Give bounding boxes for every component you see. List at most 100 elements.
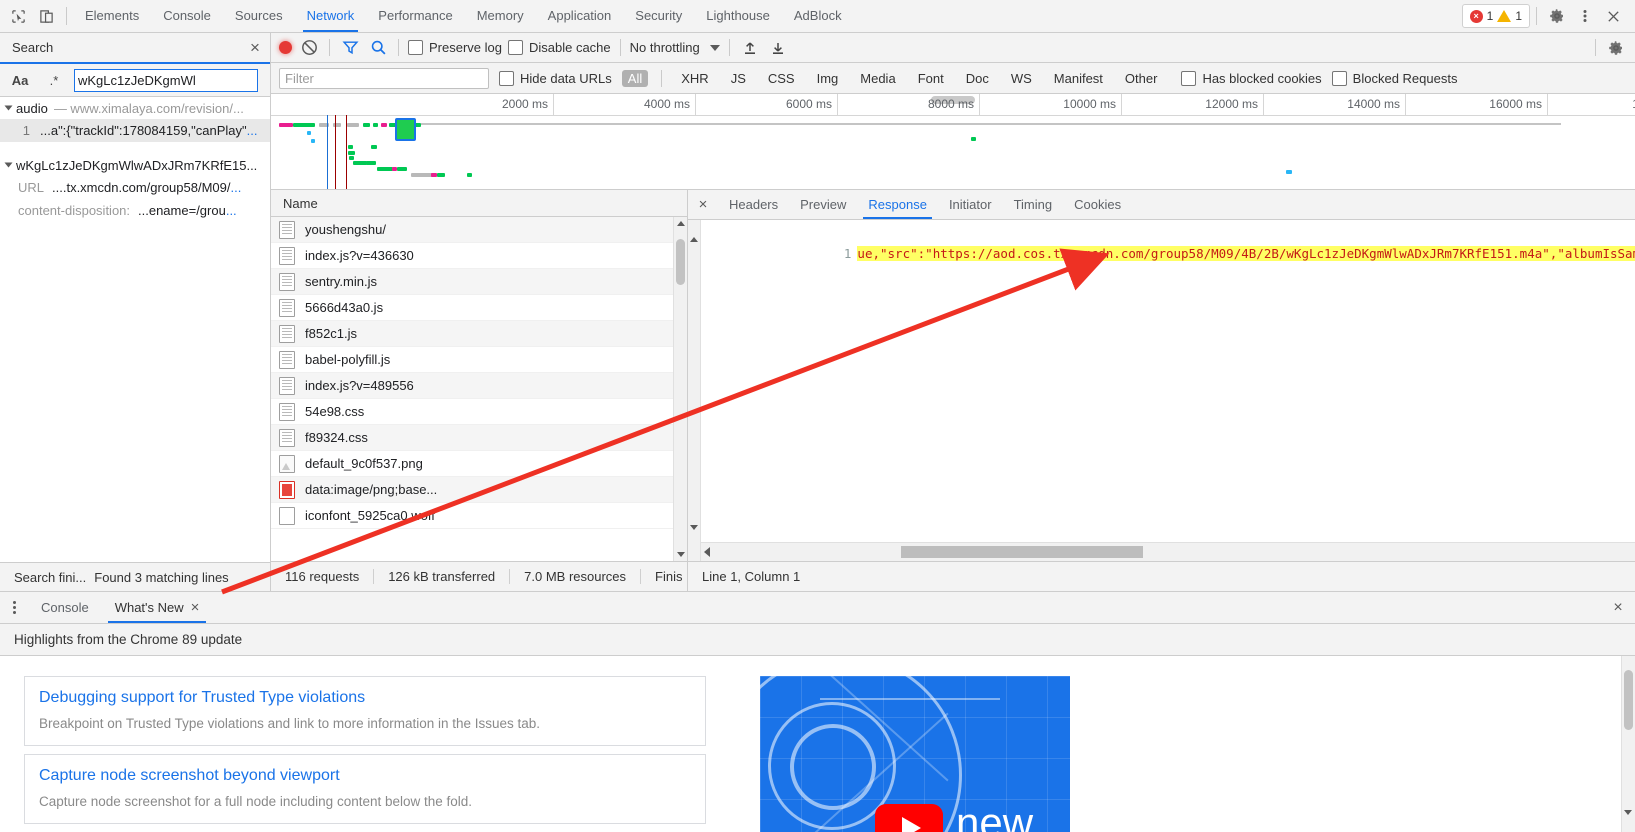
table-row[interactable]: sentry.min.js <box>271 269 687 295</box>
tab-adblock[interactable]: AdBlock <box>782 0 854 32</box>
table-row[interactable]: babel-polyfill.js <box>271 347 687 373</box>
response-vertical-scrollbar[interactable] <box>688 220 701 561</box>
close-icon[interactable]: × <box>688 191 718 219</box>
hide-data-urls-checkbox[interactable]: Hide data URLs <box>499 70 612 86</box>
filter-type-doc[interactable]: Doc <box>960 70 995 87</box>
tab-preview[interactable]: Preview <box>789 190 857 219</box>
filter-type-img[interactable]: Img <box>811 70 845 87</box>
table-row[interactable]: data:image/png;base... <box>271 477 687 503</box>
throttling-select[interactable]: No throttling <box>630 40 720 55</box>
inspect-cursor-icon[interactable] <box>4 3 32 29</box>
disable-cache-checkbox[interactable]: Disable cache <box>507 40 611 55</box>
response-code[interactable]: 1 ue,"src":"https://aod.cos.tx.xmcdn.com/… <box>701 220 1635 561</box>
filter-type-font[interactable]: Font <box>912 70 950 87</box>
filter-type-other[interactable]: Other <box>1119 70 1164 87</box>
gear-icon[interactable] <box>1543 3 1571 29</box>
filter-type-media[interactable]: Media <box>854 70 901 87</box>
response-body-viewer[interactable]: 1 ue,"src":"https://aod.cos.tx.xmcdn.com/… <box>688 220 1635 561</box>
request-rows[interactable]: youshengshu/ index.js?v=436630 sentry.mi… <box>271 217 687 561</box>
card-title-link[interactable]: Capture node screenshot beyond viewport <box>39 765 691 787</box>
clear-icon[interactable] <box>298 37 320 59</box>
scroll-up-icon[interactable] <box>690 222 698 242</box>
search-result-url-row[interactable]: URL ....tx.xmcdn.com/group58/M09/... <box>0 176 270 199</box>
card-title-link[interactable]: Debugging support for Trusted Type viola… <box>39 687 691 709</box>
close-icon[interactable]: × <box>1601 593 1635 623</box>
match-case-button[interactable]: Aa <box>6 69 34 91</box>
scrollbar-thumb[interactable] <box>1624 670 1633 730</box>
scroll-down-icon[interactable] <box>1624 810 1632 830</box>
request-list-scrollbar[interactable] <box>673 217 687 561</box>
group-name: wKgLc1zJeDKgmWlwADxJRm7KRfE15... <box>16 157 258 173</box>
tab-memory[interactable]: Memory <box>465 0 536 32</box>
tab-network[interactable]: Network <box>295 0 367 32</box>
table-row[interactable]: youshengshu/ <box>271 217 687 243</box>
table-row[interactable]: f852c1.js <box>271 321 687 347</box>
blocked-requests-checkbox[interactable]: Blocked Requests <box>1331 70 1457 86</box>
filter-type-xhr[interactable]: XHR <box>675 70 714 87</box>
search-result-header-row[interactable]: content-disposition: ...ename=/grou... <box>0 199 270 222</box>
table-row[interactable]: default_9c0f537.png <box>271 451 687 477</box>
video-thumbnail[interactable]: new <box>760 676 1070 832</box>
youtube-play-icon[interactable] <box>875 804 943 832</box>
list-item[interactable]: Capture node screenshot beyond viewport … <box>24 754 706 824</box>
filter-type-manifest[interactable]: Manifest <box>1048 70 1109 87</box>
tab-console[interactable]: Console <box>151 0 223 32</box>
tab-cookies[interactable]: Cookies <box>1063 190 1132 219</box>
list-item[interactable]: Debugging support for Trusted Type viola… <box>24 676 706 746</box>
tab-headers[interactable]: Headers <box>718 190 789 219</box>
tab-timing[interactable]: Timing <box>1003 190 1064 219</box>
preserve-log-checkbox[interactable]: Preserve log <box>408 40 502 55</box>
table-row[interactable]: iconfont_5925ca0.woff <box>271 503 687 529</box>
result-value: ...ename=/grou... <box>138 203 237 218</box>
tab-response[interactable]: Response <box>857 190 938 219</box>
table-row[interactable]: 54e98.css <box>271 399 687 425</box>
tab-sources[interactable]: Sources <box>223 0 295 32</box>
tab-initiator[interactable]: Initiator <box>938 190 1003 219</box>
filter-type-all[interactable]: All <box>621 69 649 87</box>
regex-button[interactable]: .* <box>40 69 68 91</box>
search-icon[interactable] <box>367 37 389 59</box>
search-result-line[interactable]: 1 ...a":{"trackId":178084159,"canPlay"..… <box>0 119 270 142</box>
request-list-header[interactable]: Name <box>271 190 687 217</box>
tab-elements[interactable]: Elements <box>73 0 151 32</box>
drawer-tab-console[interactable]: Console <box>28 592 102 623</box>
export-har-icon[interactable] <box>767 37 789 59</box>
kebab-menu-icon[interactable] <box>0 594 28 622</box>
table-row[interactable]: 5666d43a0.js <box>271 295 687 321</box>
device-toolbar-icon[interactable] <box>32 3 60 29</box>
close-icon[interactable]: × <box>191 600 200 615</box>
tab-lighthouse[interactable]: Lighthouse <box>694 0 782 32</box>
issues-counter[interactable]: × 1 1 <box>1461 4 1530 28</box>
tab-performance[interactable]: Performance <box>366 0 464 32</box>
response-horizontal-scrollbar[interactable] <box>701 542 1635 561</box>
gear-icon[interactable] <box>1605 37 1627 59</box>
table-row[interactable]: f89324.css <box>271 425 687 451</box>
table-row[interactable]: index.js?v=436630 <box>271 243 687 269</box>
filter-type-ws[interactable]: WS <box>1005 70 1038 87</box>
kebab-menu-icon[interactable] <box>1571 3 1599 29</box>
whats-new-scrollbar[interactable] <box>1621 656 1635 832</box>
search-result-group[interactable]: audio — www.ximalaya.com/revision/... <box>0 97 270 119</box>
tab-security[interactable]: Security <box>623 0 694 32</box>
filter-type-css[interactable]: CSS <box>762 70 801 87</box>
scroll-down-icon[interactable] <box>690 525 698 545</box>
search-result-group-2[interactable]: wKgLc1zJeDKgmWlwADxJRm7KRfE15... <box>0 154 270 176</box>
scrollbar-thumb[interactable] <box>676 239 685 285</box>
scroll-down-icon[interactable] <box>674 548 687 561</box>
search-input[interactable] <box>74 68 258 92</box>
has-blocked-cookies-checkbox[interactable]: Has blocked cookies <box>1181 70 1322 86</box>
close-icon[interactable]: × <box>240 34 270 62</box>
import-har-icon[interactable] <box>739 37 761 59</box>
network-overview-timeline[interactable]: 2000 ms 4000 ms 6000 ms 8000 ms 10000 ms… <box>271 94 1635 190</box>
close-icon[interactable] <box>1599 3 1627 29</box>
scroll-up-icon[interactable] <box>674 217 687 230</box>
filter-funnel-icon[interactable] <box>339 37 361 59</box>
drawer-tab-whats-new[interactable]: What's New × <box>102 592 213 623</box>
table-row[interactable]: index.js?v=489556 <box>271 373 687 399</box>
scrollbar-thumb[interactable] <box>901 546 1143 558</box>
record-stop-icon[interactable] <box>279 41 292 54</box>
tab-application[interactable]: Application <box>536 0 624 32</box>
scroll-left-icon[interactable] <box>704 547 710 557</box>
filter-input[interactable] <box>279 67 489 89</box>
filter-type-js[interactable]: JS <box>725 70 752 87</box>
